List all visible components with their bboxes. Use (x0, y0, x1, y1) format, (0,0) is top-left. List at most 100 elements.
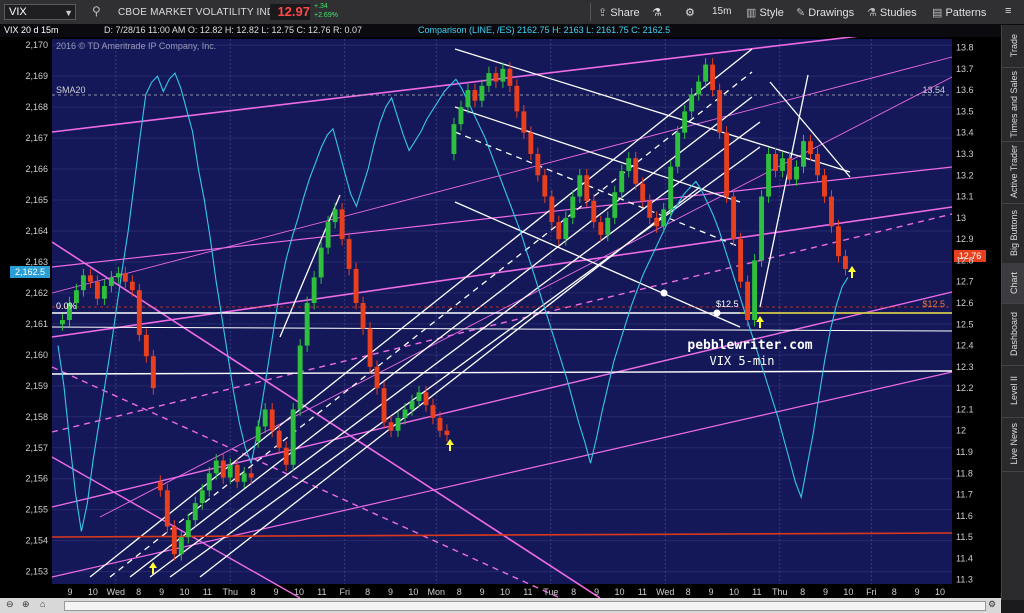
right-tick-label: 12.5 (956, 319, 974, 329)
candle (325, 222, 331, 248)
candle (262, 409, 268, 427)
patterns-button[interactable]: ▤ Patterns (932, 6, 986, 19)
x-tick-label: 11 (523, 587, 532, 597)
left-tick-label: 2,168 (25, 102, 48, 112)
left-tick-label: 2,154 (25, 536, 48, 546)
candle (626, 158, 632, 171)
candle (829, 196, 834, 227)
sidebar-tab-level-ii[interactable]: Level II (1002, 365, 1024, 418)
x-tick-label: 8 (251, 587, 256, 597)
share-button[interactable]: ⇪ Share (598, 6, 640, 19)
candle (381, 388, 387, 423)
candle (766, 153, 771, 197)
zoom-in-icon[interactable]: ⊕ (22, 599, 30, 610)
drawings-label: Drawings (808, 7, 855, 19)
timeframe-button[interactable]: 15m (712, 6, 731, 17)
x-tick-label: 10 (179, 587, 189, 597)
candle (227, 464, 233, 478)
candle (451, 124, 457, 154)
sidebar-tab-big-buttons[interactable]: Big Buttons (1002, 203, 1024, 264)
last-price: 12.97 (270, 4, 310, 20)
candle (185, 520, 191, 538)
sidebar-tab-active-trader[interactable]: Active Trader (1002, 141, 1024, 204)
copyright-text: 2016 © TD Ameritrade IP Company, Inc. (56, 41, 216, 51)
sidebar-tab-dashboard[interactable]: Dashboard (1002, 303, 1024, 366)
watermark-subtitle: VIX 5-min (709, 354, 774, 368)
candle (507, 68, 513, 86)
x-tick-label: 10 (935, 587, 945, 597)
candle (150, 356, 156, 389)
candle (444, 430, 450, 435)
x-tick-label: 9 (823, 587, 828, 597)
sidebar-tab-label: Chart (1008, 271, 1019, 294)
candle (157, 481, 163, 491)
chart-settings-icon[interactable]: ⚙ (685, 6, 695, 19)
candle (416, 392, 422, 401)
candle (633, 158, 639, 184)
style-icon: ▥ (746, 7, 760, 19)
candle (332, 209, 338, 223)
left-tick-label: 2,170 (25, 40, 48, 50)
settings-icon[interactable]: ⚙ (988, 599, 996, 610)
x-tick-label: 10 (88, 587, 98, 597)
candle (248, 473, 254, 478)
x-tick-label: 9 (274, 587, 279, 597)
sidebar-tab-live-news[interactable]: Live News (1002, 417, 1024, 472)
candle (143, 334, 149, 357)
candle (822, 175, 827, 197)
patterns-label: Patterns (945, 7, 987, 19)
right-tick-label: 13.6 (956, 85, 974, 95)
left-tick-label: 2,162 (25, 288, 48, 298)
zoom-out-icon[interactable]: ⊖ (6, 599, 14, 610)
studies-label: Studies (879, 7, 917, 19)
anchor-dot (660, 289, 668, 297)
right-tick-label: 12.9 (956, 234, 974, 244)
sidebar-tab-trade[interactable]: Trade (1002, 25, 1024, 68)
candle (521, 111, 527, 133)
candle (402, 409, 408, 418)
candle (353, 268, 359, 303)
time-scrollbar[interactable] (64, 601, 986, 611)
flask-icon[interactable]: ⚗ (652, 6, 662, 19)
right-tick-label: 11.8 (956, 468, 973, 478)
right-tick-label: 11.9 (956, 447, 973, 457)
candle (731, 196, 737, 240)
toolbar-divider (590, 3, 591, 21)
strike-label: $12.5 (716, 299, 739, 309)
x-tick-label: Thu (772, 587, 788, 597)
x-tick-label: 8 (136, 587, 141, 597)
candle (619, 170, 625, 193)
symbol-selector[interactable]: VIX ▼ (4, 4, 76, 20)
candle (486, 73, 492, 86)
studies-button[interactable]: ⚗ Studies (867, 6, 917, 19)
candle (836, 226, 841, 257)
candle (164, 490, 170, 527)
share-label: Share (610, 7, 640, 19)
candle (206, 473, 212, 491)
sidebar-tab-label: Times and Sales (1008, 70, 1019, 138)
sidebar-tab-times-and-sales[interactable]: Times and Sales (1002, 67, 1024, 142)
style-button[interactable]: ▥ Style (746, 6, 784, 19)
fib-level-label: 0.0% (56, 301, 77, 311)
menu-icon[interactable]: ≡ (1005, 5, 1011, 17)
x-tick-label: Wed (107, 587, 125, 597)
candle (724, 132, 730, 197)
x-tick-label: 10 (408, 587, 418, 597)
left-tick-label: 2,163 (25, 257, 48, 267)
candle (556, 222, 562, 240)
x-tick-label: 11 (752, 587, 761, 597)
right-tick-label: 11.7 (956, 490, 973, 500)
drawings-button[interactable]: ✎ Drawings (796, 6, 854, 19)
link-icon[interactable]: ⚲ (92, 4, 101, 18)
x-tick-label: Fri (339, 587, 350, 597)
candle (367, 328, 373, 367)
change-value: +.34 (314, 3, 328, 10)
home-icon[interactable]: ⌂ (40, 599, 45, 609)
price-chart[interactable]: 2016 © TD Ameritrade IP Company, Inc. SMA… (0, 37, 1001, 598)
x-tick-label: Tue (543, 587, 558, 597)
candle (647, 200, 653, 218)
candle (675, 132, 681, 167)
candle (500, 68, 506, 82)
chart-info-bar: VIX 20 d 15m D: 7/28/16 11:00 AM O: 12.8… (0, 24, 1024, 37)
sidebar-tab-chart[interactable]: Chart (1002, 263, 1024, 304)
